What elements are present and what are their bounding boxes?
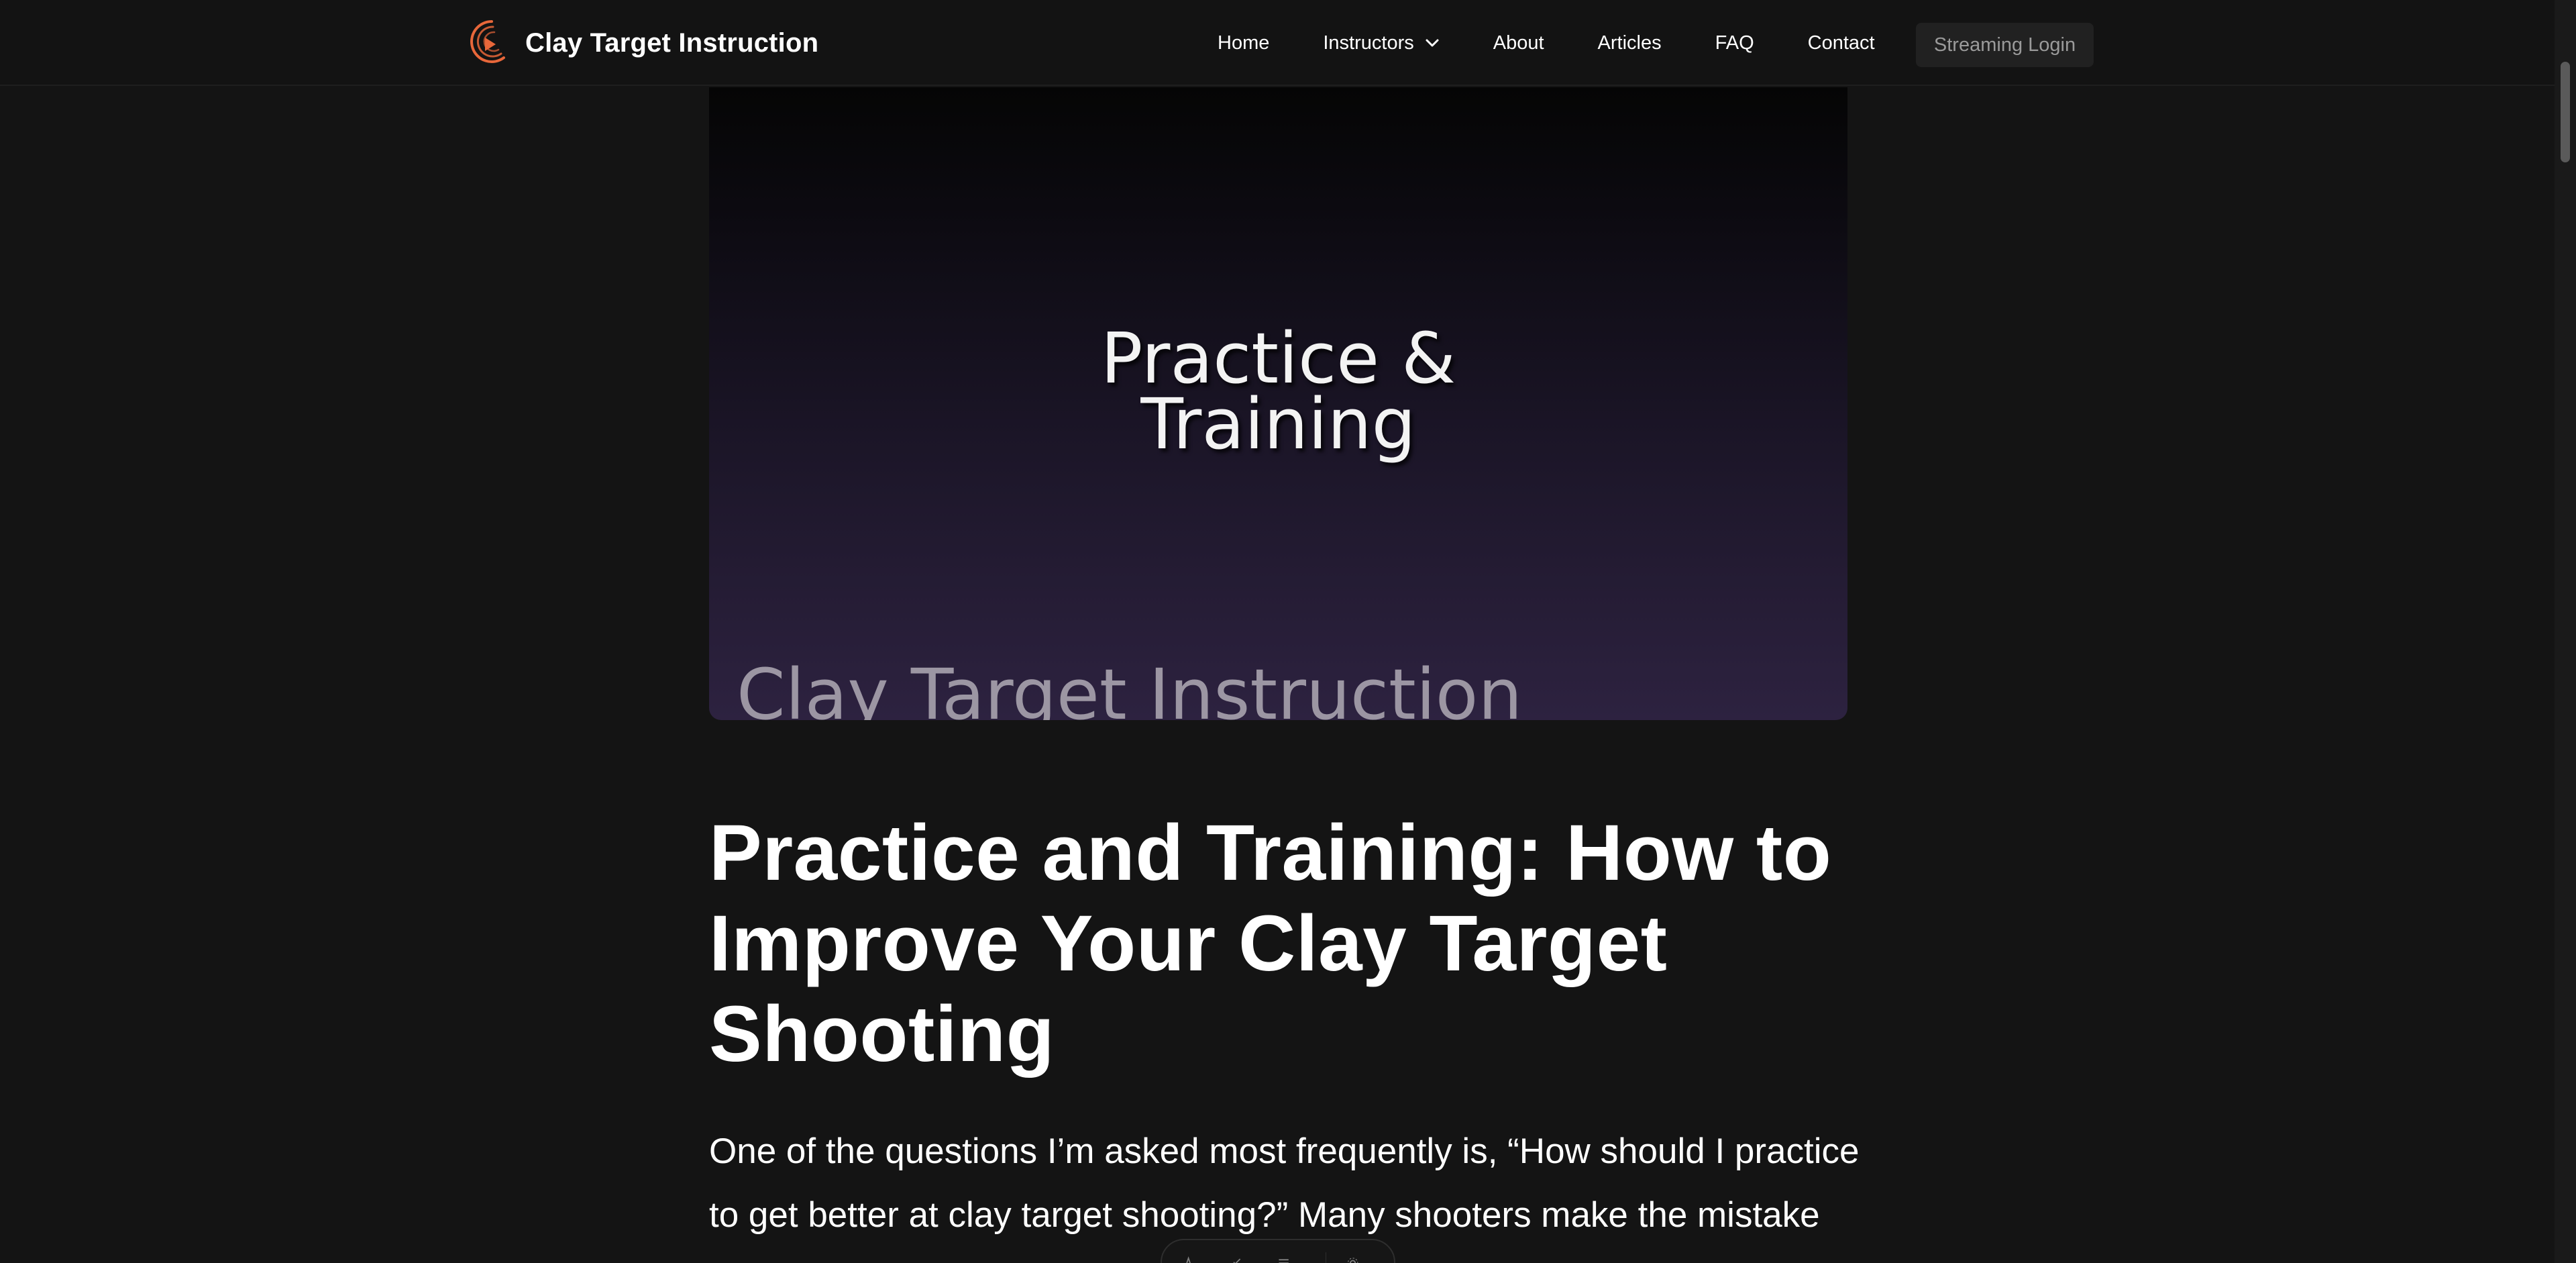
scrollbar-thumb[interactable] xyxy=(2561,62,2570,162)
page-scrollbar[interactable] xyxy=(2555,0,2576,1263)
article-title: Practice and Training: How to Improve Yo… xyxy=(709,809,1832,1078)
streaming-login-button[interactable]: Streaming Login xyxy=(1916,23,2094,67)
hero-title-line-1: Practice & xyxy=(1100,317,1456,399)
site-header: Clay Target Instruction Home Instructors… xyxy=(0,0,2555,86)
hero-watermark: Clay Target Instruction xyxy=(737,654,1523,720)
brand-link[interactable]: Clay Target Instruction xyxy=(465,16,818,70)
hero-title-line-2: Training xyxy=(1140,383,1416,465)
brand-name: Clay Target Instruction xyxy=(525,28,819,58)
nav-contact[interactable]: Contact xyxy=(1808,32,1875,54)
nav-articles[interactable]: Articles xyxy=(1598,32,1662,54)
hero-video[interactable]: Practice & Training Clay Target Instruct… xyxy=(709,87,1847,720)
hero-title: Practice & Training xyxy=(709,317,1847,465)
floating-toolbar xyxy=(1161,1239,1395,1263)
nav-about[interactable]: About xyxy=(1493,32,1544,54)
list-icon[interactable] xyxy=(1277,1252,1290,1263)
nav-instructors[interactable]: Instructors xyxy=(1323,32,1439,54)
nav-instructors-label: Instructors xyxy=(1323,32,1414,54)
chevron-down-icon xyxy=(1426,39,1439,47)
brush-icon[interactable] xyxy=(1230,1252,1242,1263)
play-logo-icon xyxy=(470,20,505,63)
nav-faq[interactable]: FAQ xyxy=(1715,32,1754,54)
article-intro: One of the questions I’m asked most freq… xyxy=(709,1131,1860,1235)
main-nav: Home Instructors About Articles FAQ Cont… xyxy=(1218,0,1875,86)
text-icon[interactable] xyxy=(1182,1252,1195,1263)
settings-icon[interactable] xyxy=(1346,1252,1359,1263)
page: Clay Target Instruction Home Instructors… xyxy=(0,0,2576,1263)
nav-home[interactable]: Home xyxy=(1218,32,1269,54)
